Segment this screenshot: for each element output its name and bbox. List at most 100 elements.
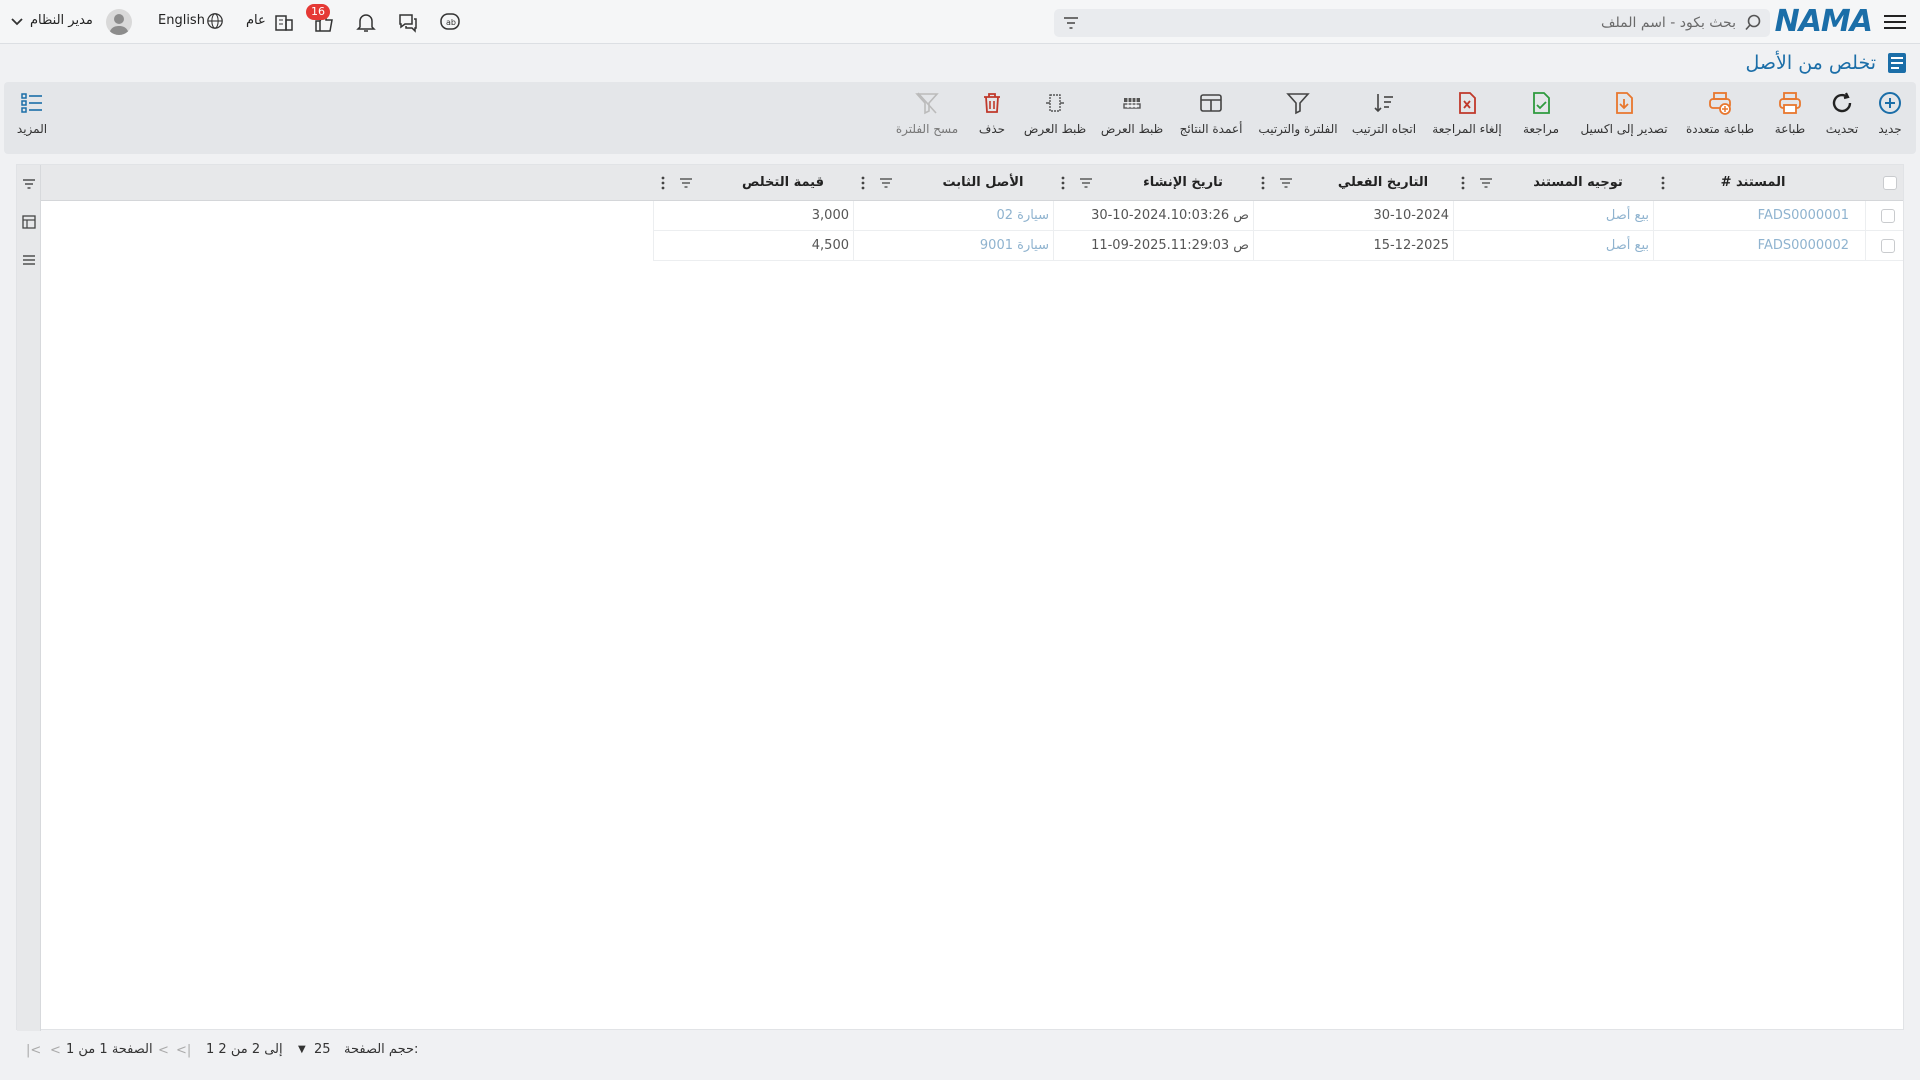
display-settings-button-1[interactable]: ظبط العرض [1098,90,1166,150]
result-columns-button[interactable]: أعمدة النتائج [1176,90,1246,150]
filter-lines-icon[interactable] [1062,14,1080,32]
column-menu-icon[interactable] [1057,176,1069,190]
first-page-icon[interactable]: |< [26,1043,41,1058]
clear-filter-button[interactable]: مسح الفلترة [892,90,962,150]
fixed-asset-link[interactable]: سيارة 9001 [980,231,1049,261]
table-settings-icon [1123,98,1141,109]
column-menu-icon[interactable] [1657,176,1669,190]
multi-print-label: طباعة متعددة [1685,122,1754,136]
search-input[interactable] [1136,13,1736,33]
column-divider [1453,201,1454,261]
display-settings-button-2[interactable]: ظبط العرض [1022,90,1088,150]
column-menu-icon[interactable] [857,176,869,190]
review-button[interactable]: مراجعة [1516,90,1566,150]
column-header-doc-direction[interactable]: توجيه المستند [1523,165,1633,201]
row-checkbox[interactable] [1881,239,1895,253]
range-indicator: 1 إلى 2 من 2 [206,1042,283,1057]
next-page-icon[interactable]: < [158,1043,169,1058]
company-icon[interactable] [272,10,296,34]
delete-button[interactable]: حذف [972,90,1012,150]
filter-lines-icon[interactable] [21,176,37,192]
funnel-icon [1286,93,1310,115]
general-label[interactable]: عام [246,13,266,28]
page-size-select[interactable]: 25 [314,1042,331,1057]
file-x-icon [1459,92,1476,114]
trash-icon [984,93,1000,113]
filter-sort-label: الفلترة والترتيب [1258,122,1338,136]
cancel-review-label: إلغاء المراجعة [1432,122,1502,136]
search-bar [1054,9,1770,37]
column-menu-icon[interactable] [1257,176,1269,190]
translate-icon[interactable]: ab [438,10,462,34]
display-settings-label-1: ظبط العرض [1100,122,1164,136]
chevron-down-icon[interactable] [10,16,24,28]
row-checkbox[interactable] [1881,209,1895,223]
doc-number-link[interactable]: FADS0000002 [1758,231,1849,261]
globe-icon [207,13,223,29]
chat-icon[interactable] [396,10,420,34]
column-header-doc-number[interactable]: # المستند [1683,165,1823,201]
doc-direction-link[interactable]: بيع أصل [1606,231,1649,261]
doc-direction-link[interactable]: بيع أصل [1606,201,1649,231]
clear-filter-label: مسح الفلترة [895,122,959,136]
column-header-disposal-value[interactable]: قيمة التخلص [723,165,843,201]
user-name[interactable]: مدير النظام [30,13,93,28]
cancel-review-button[interactable]: إلغاء المراجعة [1428,90,1506,150]
column-header-fixed-asset[interactable]: الأصل الثابت [923,165,1043,201]
print-button[interactable]: طباعة [1768,90,1812,150]
chevron-down-icon[interactable]: ▼ [298,1044,306,1055]
column-menu-icon[interactable] [1457,176,1469,190]
disposal-value-cell: 3,000 [811,208,849,223]
column-header-actual-date[interactable]: التاريخ الفعلي [1323,165,1443,201]
user-avatar[interactable] [106,9,132,35]
doc-number-link[interactable]: FADS0000001 [1758,201,1849,231]
actual-date-cell: 15-12-2025 [1373,238,1449,253]
last-page-icon[interactable]: <| [176,1043,191,1058]
more-button[interactable]: المزيد [12,90,52,150]
column-filter-icon[interactable] [1479,176,1493,190]
language-switch[interactable]: English [158,13,205,28]
top-bar: NAMA ab 16 عام English مدير النظام [0,0,1920,44]
refresh-label: تحديث [1825,122,1859,136]
column-divider [1653,201,1654,261]
notification-badge: 16 [306,4,330,20]
disposal-value-cell: 4,500 [811,238,849,253]
filter-sort-button[interactable]: الفلترة والترتيب [1256,90,1340,150]
prev-page-icon[interactable]: < [50,1043,61,1058]
column-header-created-date[interactable]: تاريخ الإنشاء [1123,165,1243,201]
svg-text:ab: ab [446,18,456,27]
column-divider [1865,201,1866,261]
fixed-asset-link[interactable]: سيارة 02 [996,201,1049,231]
page-size-label: حجم الصفحة: [344,1042,419,1057]
clear-filter-icon [915,92,939,115]
column-divider [1053,201,1054,261]
plus-circle-icon [1879,92,1901,114]
table-icon[interactable] [21,214,37,230]
app-logo[interactable]: NAMA [1775,4,1873,39]
grid-side-panel [17,165,41,1031]
delete-label: حذف [978,122,1006,136]
column-filter-icon[interactable] [1079,176,1093,190]
table-row[interactable]: FADS0000001 بيع أصل 30-10-2024 30-10-202… [653,201,1903,231]
page-title: تخلص من الأصل [1745,52,1876,74]
column-filter-icon[interactable] [1279,176,1293,190]
column-filter-icon[interactable] [879,176,893,190]
new-button[interactable]: جديد [1870,90,1910,150]
menu-lines-icon[interactable] [21,252,37,268]
sort-direction-button[interactable]: اتجاه الترتيب [1350,90,1418,150]
export-file-icon [1616,92,1633,114]
columns-icon [1200,94,1222,112]
bell-icon[interactable] [354,10,378,34]
column-filter-icon[interactable] [679,176,693,190]
column-menu-icon[interactable] [657,176,669,190]
select-all-checkbox[interactable] [1883,176,1897,190]
display-settings-label-2: ظبط العرض [1023,122,1087,136]
approvals-icon[interactable]: 16 [306,4,336,34]
menu-icon[interactable] [1884,11,1906,31]
refresh-button[interactable]: تحديث [1820,90,1864,150]
results-grid: # المستند توجيه المستند التاريخ الفعلي ت… [16,164,1904,1031]
multi-print-button[interactable]: طباعة متعددة [1680,90,1760,150]
new-label: جديد [1878,122,1902,136]
table-row[interactable]: FADS0000002 بيع أصل 15-12-2025 11-09-202… [653,231,1903,261]
export-excel-button[interactable]: تصدير إلى اكسيل [1576,90,1672,150]
